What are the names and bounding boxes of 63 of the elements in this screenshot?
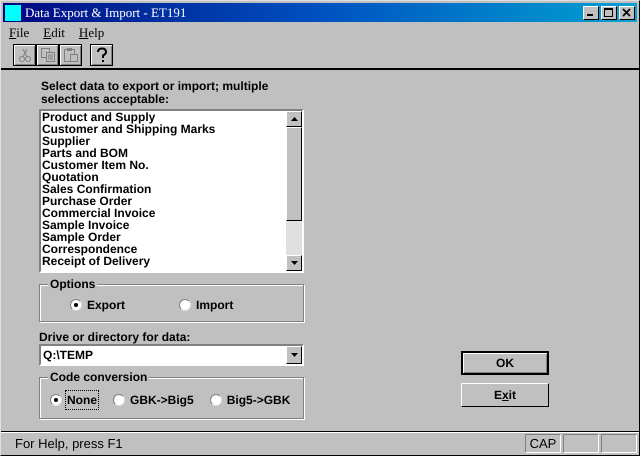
list-item[interactable]: Parts and BOM [41, 147, 286, 159]
combo-value: Q:\TEMP [42, 347, 94, 364]
minimize-button[interactable] [583, 6, 599, 20]
toolbar-button[interactable] [59, 44, 82, 66]
radio-label: None [65, 390, 99, 410]
list-label: Select data to export or import; multiple selections acceptable: [40, 80, 270, 106]
radio-option[interactable]: GBK->Big5 [113, 390, 196, 410]
dropdown-button[interactable] [286, 346, 302, 364]
close-icon [622, 8, 632, 17]
scroll-down-button[interactable] [286, 255, 302, 271]
radio-option[interactable]: Import [179, 295, 236, 315]
maximize-button[interactable] [601, 6, 617, 20]
list-item[interactable]: Correspondence [41, 243, 286, 255]
menu-item[interactable]: Help [78, 23, 104, 43]
list-item[interactable]: Quotation [41, 171, 286, 183]
scrollbar[interactable] [286, 111, 302, 271]
radio-label: Export [86, 297, 126, 314]
directory-combo[interactable]: Q:\TEMP [39, 344, 304, 366]
toolbar-button[interactable] [13, 44, 36, 66]
radio-option[interactable]: None [50, 390, 99, 410]
radio-button[interactable] [50, 394, 62, 406]
radio-option[interactable]: Big5->GBK [210, 390, 292, 410]
list-item[interactable]: Sample Order [41, 231, 286, 243]
radio-button[interactable] [70, 299, 82, 311]
list-item[interactable]: Receipt of Delivery [41, 255, 286, 267]
toolbar-button[interactable] [36, 44, 59, 66]
group-title: Options [48, 277, 98, 291]
group-title: Code conversion [48, 370, 150, 384]
status-panel [601, 434, 637, 453]
scroll-thumb[interactable] [286, 127, 302, 221]
down-arrow-icon [290, 261, 298, 265]
list-item[interactable]: Product and Supply [41, 111, 286, 123]
list-item[interactable]: Commercial Invoice [41, 207, 286, 219]
app-icon [5, 4, 21, 20]
radio-label: Import [195, 297, 234, 314]
list-item[interactable]: Customer Item No. [41, 159, 286, 171]
list-item[interactable]: Supplier [41, 135, 286, 147]
menu-item[interactable]: Edit [43, 23, 65, 43]
list-item[interactable]: Customer and Shipping Marks [41, 123, 286, 135]
data-list[interactable] [39, 109, 304, 273]
toolbar-button[interactable] [90, 44, 113, 66]
up-arrow-icon [290, 117, 298, 121]
radio-button[interactable] [179, 299, 192, 311]
status-text: For Help, press F1 [14, 434, 124, 453]
window-title: Data Export & Import - ET191 [25, 4, 186, 22]
list-item[interactable]: Sample Invoice [41, 219, 286, 231]
radio-button[interactable] [210, 394, 222, 406]
radio-label: Big5->GBK [226, 392, 292, 409]
list-item[interactable]: Purchase Order [41, 195, 286, 207]
status-panel [563, 434, 599, 453]
close-button[interactable] [619, 6, 635, 20]
scroll-up-button[interactable] [286, 111, 302, 127]
directory-label: Drive or directory for data: [39, 330, 192, 344]
radio-label: GBK->Big5 [129, 392, 195, 409]
status-indicator: CAP [525, 434, 561, 453]
dialog-button[interactable]: Exit [461, 383, 549, 407]
menu-item[interactable]: File [9, 23, 30, 43]
maximize-icon [604, 8, 614, 17]
list-item[interactable]: Sales Confirmation [41, 183, 286, 195]
radio-button[interactable] [113, 394, 125, 406]
radio-option[interactable]: Export [70, 295, 128, 315]
down-arrow-icon [290, 353, 298, 357]
dialog-button[interactable]: OK [461, 351, 549, 375]
